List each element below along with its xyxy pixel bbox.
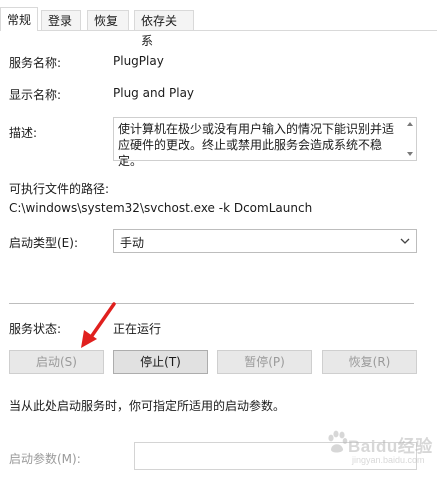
startup-type-label: 启动类型(E): (9, 236, 78, 250)
tab-bar: 常规 登录 恢复 依存关系 (0, 0, 437, 48)
scroll-up-arrow-icon[interactable] (407, 122, 413, 126)
tab-logon[interactable]: 登录 (41, 10, 81, 30)
chevron-down-icon (400, 238, 410, 244)
service-name-value: PlugPlay (113, 54, 164, 68)
description-text: 使计算机在极少或没有用户输入的情况下能识别并适应硬件的更改。终止或禁用此服务会造… (118, 122, 395, 168)
start-button[interactable]: 启动(S) (9, 350, 104, 374)
resume-button[interactable]: 恢复(R) (322, 350, 417, 374)
baidu-watermark: Baidu经验 jingyan.baidu.com (326, 428, 433, 474)
baidu-paw-icon (328, 430, 348, 453)
tab-recovery[interactable]: 恢复 (87, 10, 129, 30)
stop-button[interactable]: 停止(T) (113, 350, 208, 374)
pause-button[interactable]: 暂停(P) (217, 350, 312, 374)
tab-dependencies[interactable]: 依存关系 (134, 10, 194, 48)
service-properties-dialog: 常规 登录 恢复 依存关系 服务名称: PlugPlay 显示名称: Plug … (0, 0, 437, 477)
watermark-url: jingyan.baidu.com (352, 455, 425, 465)
description-scrollbar[interactable] (404, 118, 416, 160)
exec-path-value: C:\windows\system32\svchost.exe -k DcomL… (9, 201, 313, 215)
red-arrow-annotation (81, 302, 116, 348)
service-status-label: 服务状态: (9, 322, 62, 336)
description-label: 描述: (9, 126, 38, 140)
description-box[interactable]: 使计算机在极少或没有用户输入的情况下能识别并适应硬件的更改。终止或禁用此服务会造… (113, 117, 417, 168)
tab-general[interactable]: 常规 (0, 7, 38, 31)
service-status-value: 正在运行 (113, 322, 162, 336)
start-params-hint: 当从此处启动服务时，你可指定所适用的启动参数。 (9, 399, 286, 413)
startup-type-select[interactable]: 手动 (113, 229, 417, 253)
display-name-label: 显示名称: (9, 88, 62, 102)
watermark-brand: Baidu经验 (348, 437, 433, 456)
display-name-value: Plug and Play (113, 86, 195, 100)
section-divider (9, 303, 414, 304)
exec-path-label: 可执行文件的路径: (9, 182, 110, 196)
start-params-label: 启动参数(M): (9, 452, 81, 466)
scroll-down-arrow-icon[interactable] (407, 152, 413, 156)
service-name-label: 服务名称: (9, 56, 62, 70)
startup-type-value: 手动 (120, 236, 145, 250)
